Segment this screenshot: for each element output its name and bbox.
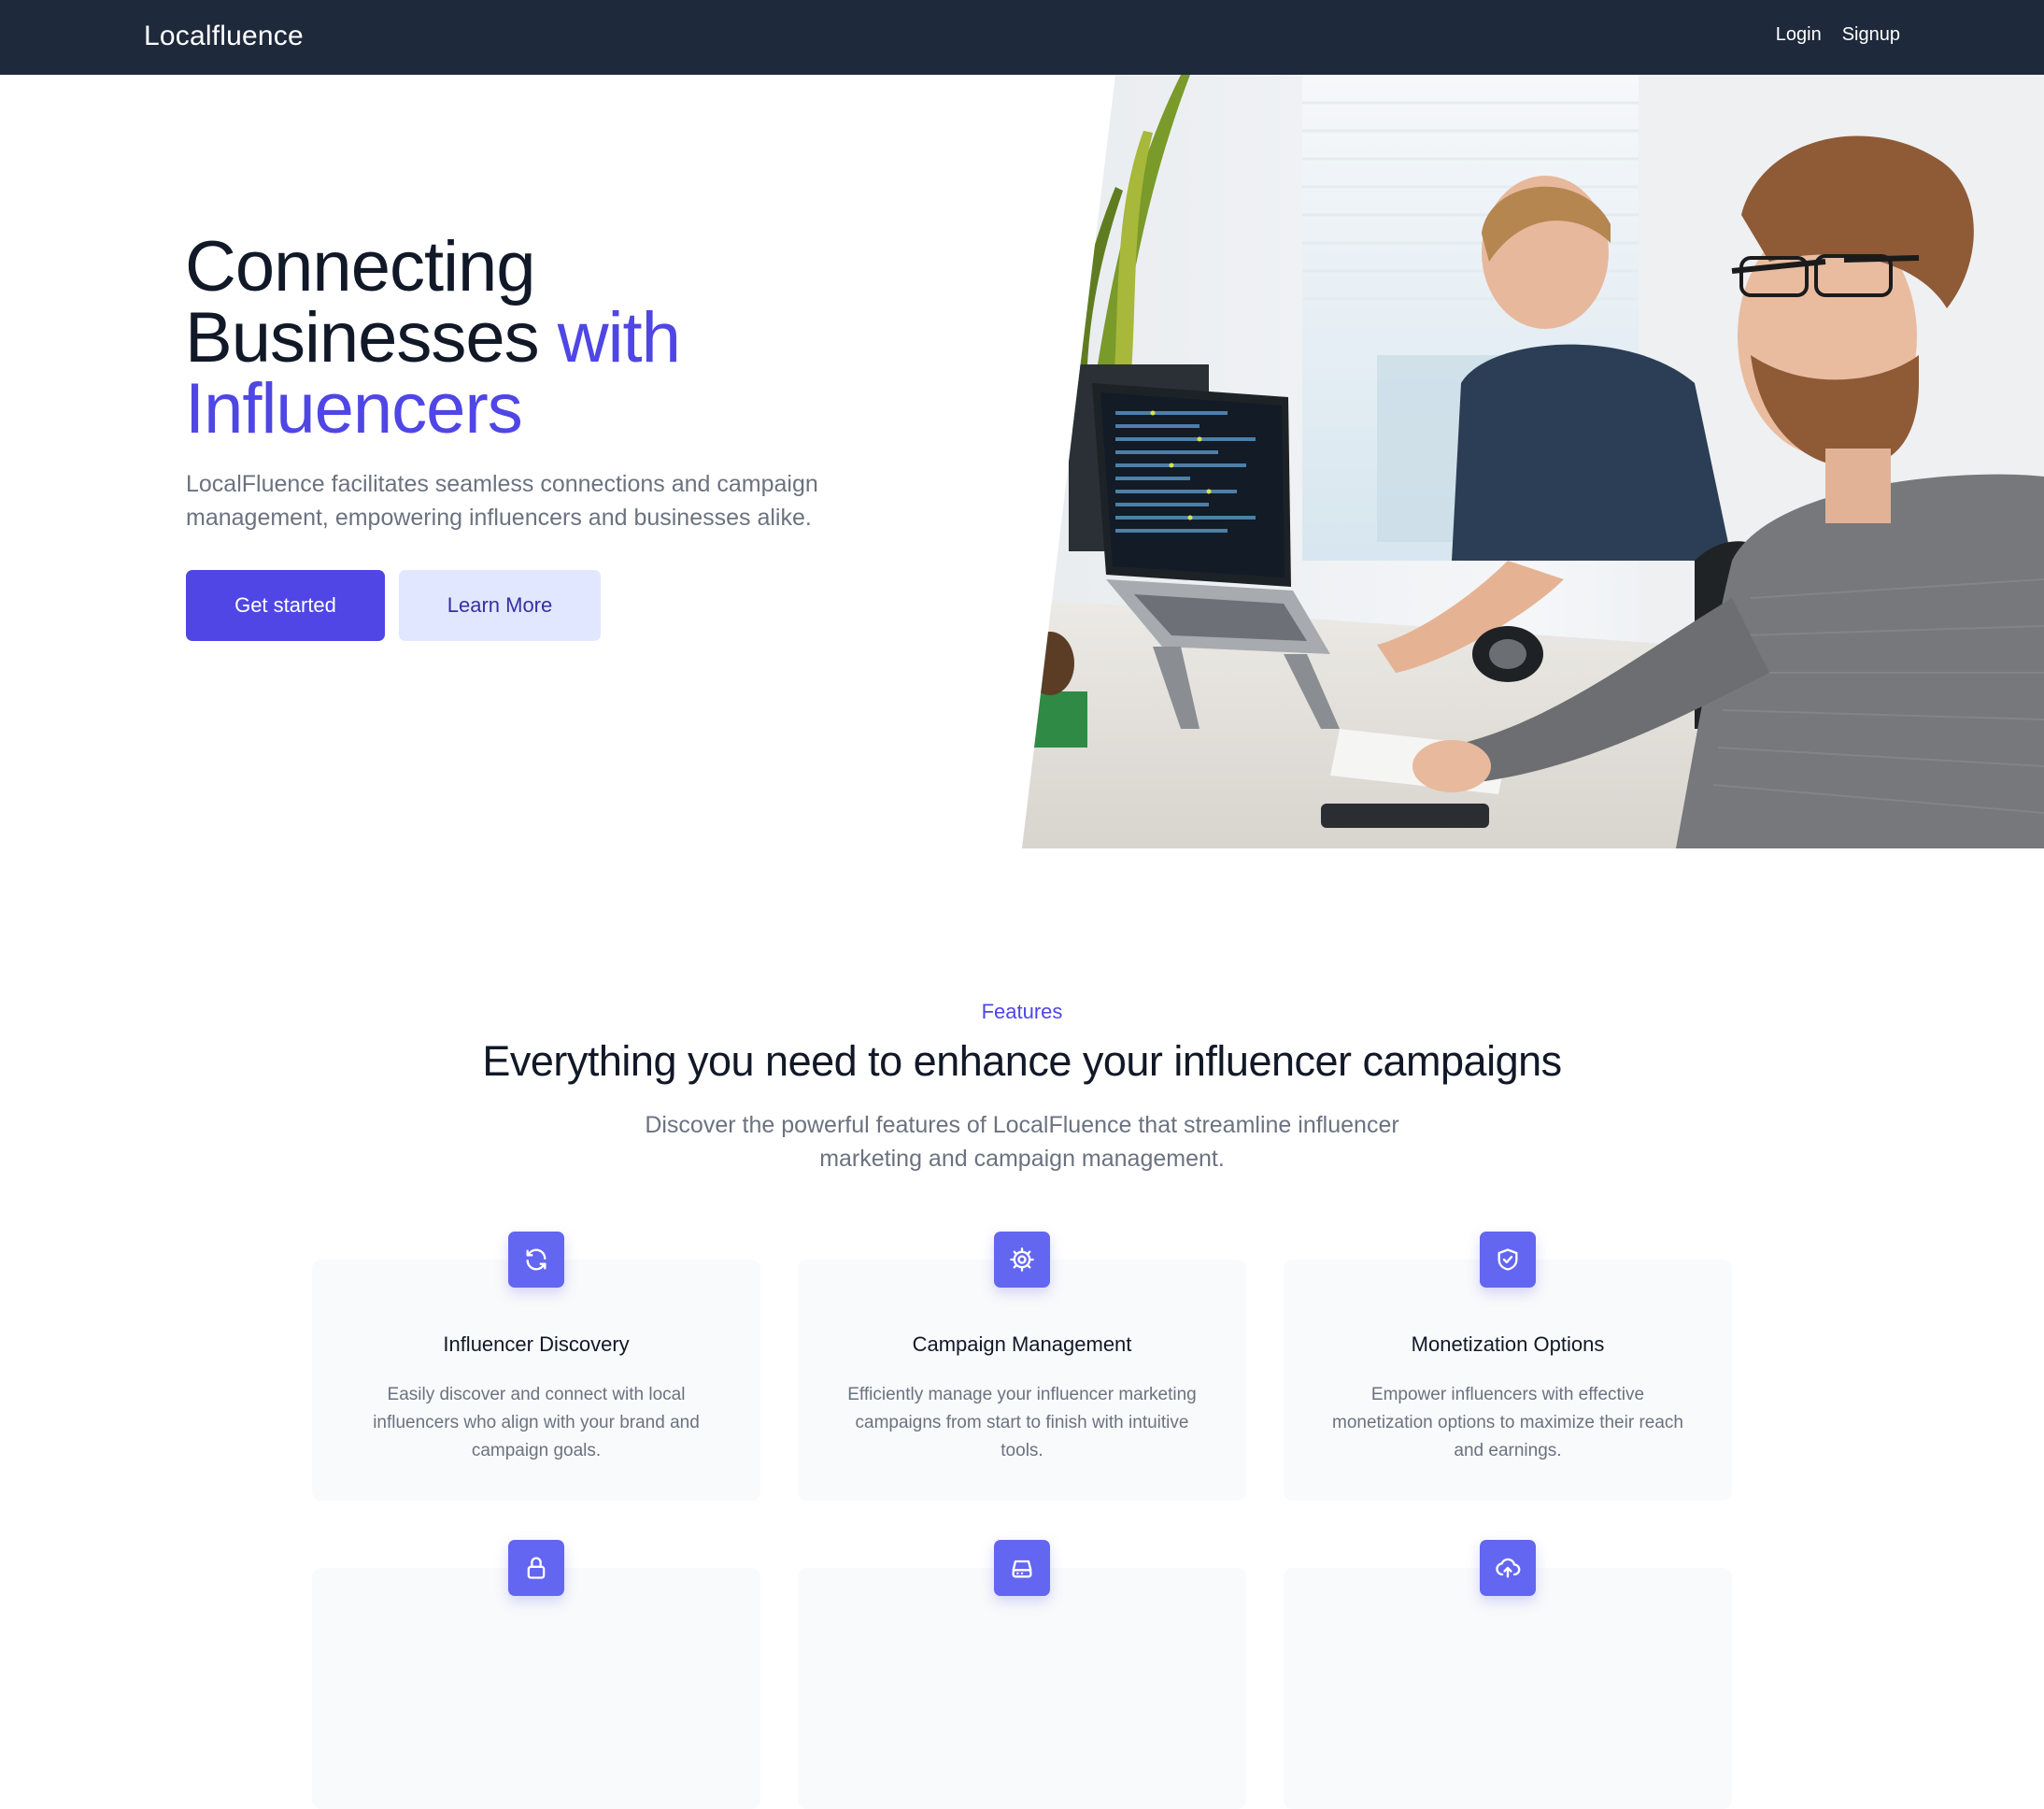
shield-check-icon [1480, 1232, 1536, 1288]
feature-card-4 [312, 1540, 760, 1809]
hero-section: Connecting Businesses with Influencers L… [0, 75, 2044, 848]
nav-links: Login Signup [1776, 24, 1900, 46]
feature-title: Monetization Options [1411, 1332, 1605, 1356]
hero-title: Connecting Businesses with Influencers [185, 232, 895, 445]
learn-more-button[interactable]: Learn More [399, 570, 601, 641]
hero-image [1022, 75, 2044, 848]
feature-card-5 [798, 1540, 1246, 1809]
feature-description: Efficiently manage your influencer marke… [847, 1385, 1197, 1460]
brand-logo[interactable]: Localfluence [144, 21, 304, 52]
feature-card-campaign-management: Campaign Management Efficiently manage y… [798, 1232, 1246, 1501]
lock-icon [508, 1540, 564, 1596]
features-eyebrow: Features [981, 1000, 1063, 1023]
get-started-button[interactable]: Get started [186, 570, 385, 641]
feature-description: Empower influencers with effective monet… [1332, 1385, 1683, 1460]
hero-title-accent-with: with [557, 298, 681, 377]
server-icon [994, 1540, 1050, 1596]
feature-title: Campaign Management [912, 1332, 1132, 1356]
hero-title-line1: Connecting [185, 227, 535, 306]
features-subtitle: Discover the powerful features of LocalF… [645, 1112, 1399, 1172]
gear-icon [994, 1232, 1050, 1288]
refresh-icon [508, 1232, 564, 1288]
features-title: Everything you need to enhance your infl… [482, 1037, 1562, 1085]
signup-link[interactable]: Signup [1842, 24, 1900, 46]
feature-description: Easily discover and connect with local i… [373, 1385, 700, 1460]
feature-title: Influencer Discovery [443, 1332, 630, 1356]
feature-card-monetization-options: Monetization Options Empower influencers… [1284, 1232, 1732, 1501]
top-navbar: Localfluence Login Signup [0, 0, 2044, 75]
login-link[interactable]: Login [1776, 24, 1822, 46]
hero-title-line2: Businesses [185, 298, 540, 377]
cloud-upload-icon [1480, 1540, 1536, 1596]
hero-title-accent-influencers: Influencers [185, 369, 523, 449]
hero-photo-illustration [1022, 75, 2044, 848]
feature-card-influencer-discovery: Influencer Discovery Easily discover and… [312, 1232, 760, 1501]
hero-subtitle: LocalFluence facilitates seamless connec… [186, 471, 818, 531]
feature-card-6 [1284, 1540, 1732, 1809]
